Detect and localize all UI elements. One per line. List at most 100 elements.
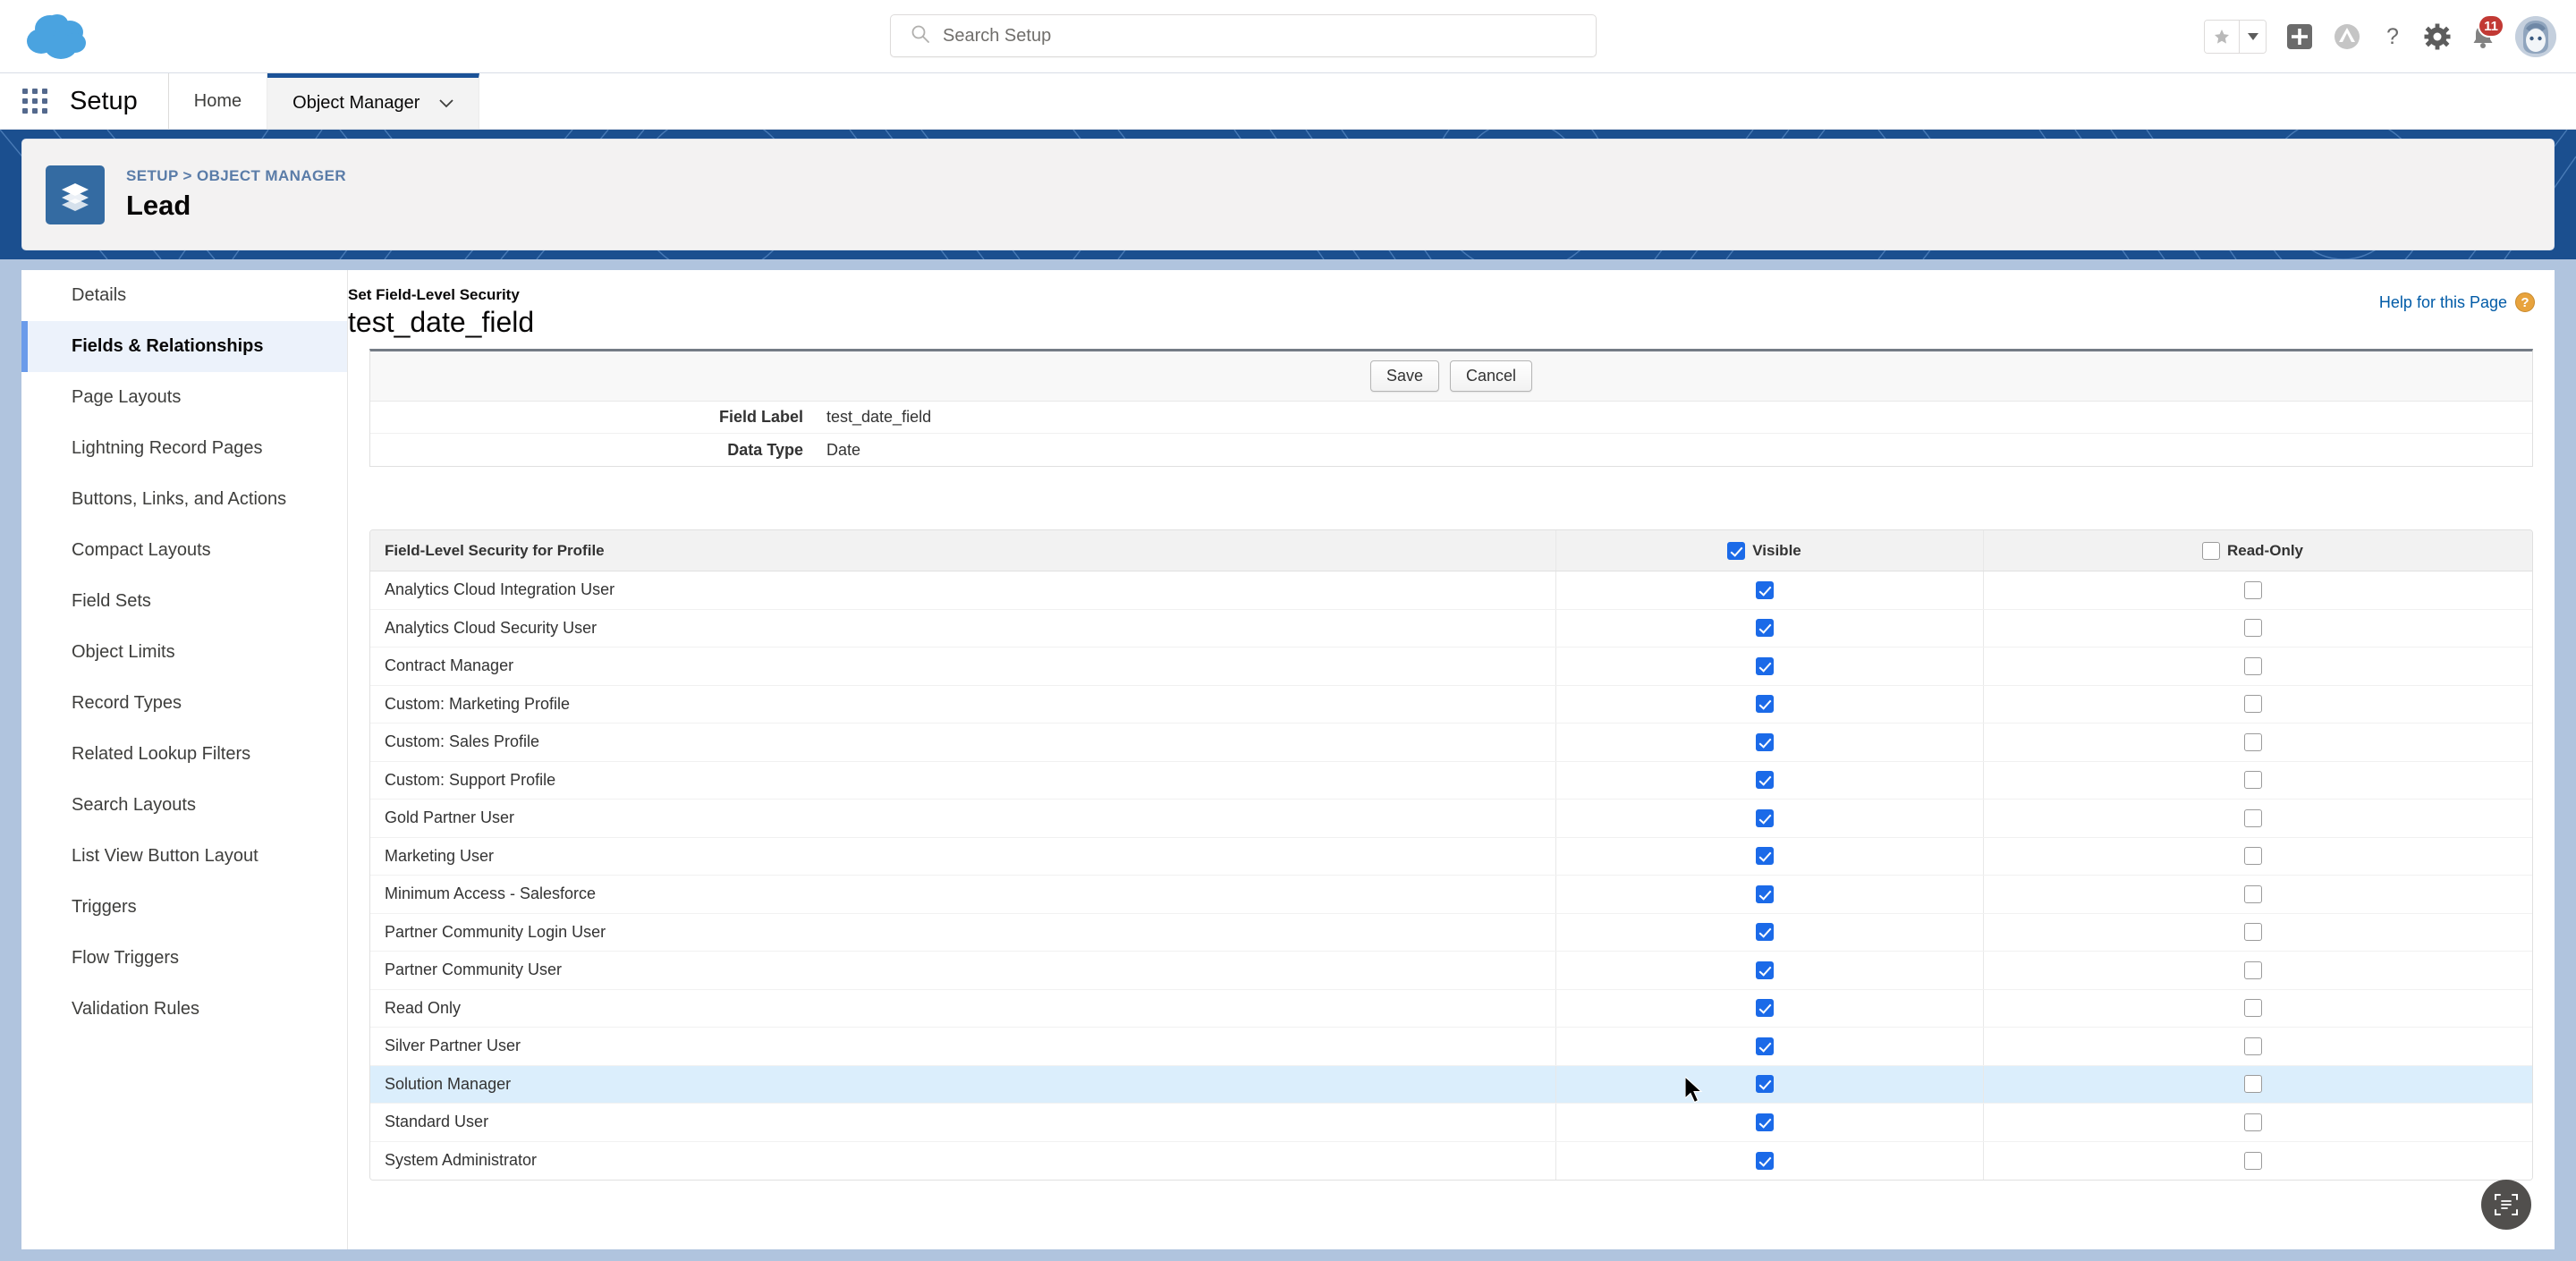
sidebar-item-list-view-button-layout[interactable]: List View Button Layout [21,831,347,882]
readonly-checkbox[interactable] [2243,808,2262,827]
sidebar-item-flow-triggers[interactable]: Flow Triggers [21,933,347,984]
table-row[interactable]: Gold Partner User [370,800,2532,838]
table-row[interactable]: Minimum Access - Salesforce [370,876,2532,914]
trailhead-icon[interactable] [2333,23,2361,50]
breadcrumb-object-manager[interactable]: OBJECT MANAGER [197,167,346,184]
help-question-icon[interactable]: ? [2515,292,2535,312]
visible-checkbox[interactable] [1755,656,1774,675]
readonly-checkbox[interactable] [2243,1037,2262,1055]
visible-checkbox[interactable] [1755,808,1774,827]
help-question-icon[interactable]: ? [2381,23,2404,50]
readonly-checkbox[interactable] [2243,961,2262,979]
visible-checkbox[interactable] [1755,1113,1774,1131]
column-header-readonly-label: Read-Only [2226,541,2304,559]
readonly-checkbox[interactable] [2243,1113,2262,1131]
table-row[interactable]: Silver Partner User [370,1028,2532,1066]
readonly-checkbox[interactable] [2243,999,2262,1018]
notifications-bell-icon[interactable]: 11 [2470,14,2504,50]
cancel-button[interactable]: Cancel [1450,360,1533,392]
favorites-group[interactable] [2204,20,2267,54]
table-row[interactable]: Standard User [370,1104,2532,1142]
visible-checkbox[interactable] [1755,961,1774,979]
select-all-readonly-checkbox[interactable] [2201,541,2220,560]
sidebar-item-validation-rules[interactable]: Validation Rules [21,984,347,1035]
chevron-down-icon[interactable] [439,93,454,114]
global-search-container[interactable]: Search Setup [890,14,1597,57]
column-header-profile: Field-Level Security for Profile [370,530,1556,571]
table-row[interactable]: Analytics Cloud Security User [370,609,2532,647]
readonly-cell [1984,1066,2532,1104]
einstein-scan-button[interactable] [2481,1180,2531,1230]
sidebar-item-field-sets[interactable]: Field Sets [21,576,347,627]
app-launcher-waffle-icon[interactable] [0,73,70,129]
sidebar-item-details[interactable]: Details [21,270,347,321]
table-row[interactable]: Partner Community Login User [370,913,2532,952]
favorites-star-icon[interactable] [2205,21,2239,53]
visible-checkbox[interactable] [1755,1075,1774,1094]
table-row[interactable]: Solution Manager [370,1065,2532,1104]
visible-checkbox[interactable] [1755,580,1774,599]
sidebar-item-compact-layouts[interactable]: Compact Layouts [21,525,347,576]
readonly-checkbox[interactable] [2243,847,2262,866]
favorites-dropdown-icon[interactable] [2239,21,2266,53]
readonly-checkbox[interactable] [2243,1151,2262,1170]
visible-cell [1556,1141,1984,1180]
global-actions-plus-icon[interactable] [2286,23,2313,50]
sidebar-item-triggers[interactable]: Triggers [21,882,347,933]
table-row[interactable]: Custom: Sales Profile [370,724,2532,762]
visible-checkbox[interactable] [1755,999,1774,1018]
profile-name-cell: Partner Community User [370,952,1556,989]
search-placeholder: Search Setup [943,25,1052,46]
field-name-title: test_date_field [348,306,535,338]
breadcrumb-separator: > [182,167,192,184]
sidebar-item-page-layouts[interactable]: Page Layouts [21,372,347,423]
sidebar-item-fields-relationships[interactable]: Fields & Relationships [21,321,347,372]
readonly-checkbox[interactable] [2243,695,2262,714]
table-row[interactable]: Contract Manager [370,647,2532,686]
readonly-checkbox[interactable] [2243,656,2262,675]
table-row[interactable]: Read Only [370,989,2532,1028]
search-input[interactable]: Search Setup [890,14,1597,57]
visible-cell [1556,685,1984,723]
table-row[interactable]: Marketing User [370,837,2532,876]
readonly-checkbox[interactable] [2243,923,2262,942]
sidebar-item-lightning-record-pages[interactable]: Lightning Record Pages [21,423,347,474]
table-row[interactable]: Custom: Marketing Profile [370,685,2532,724]
breadcrumb-setup[interactable]: SETUP [126,167,178,184]
readonly-checkbox[interactable] [2243,884,2262,903]
tab-object-manager[interactable]: Object Manager [267,73,480,129]
sidebar-item-buttons-links-and-actions[interactable]: Buttons, Links, and Actions [21,474,347,525]
sidebar-item-object-limits[interactable]: Object Limits [21,627,347,678]
table-row[interactable]: System Administrator [370,1141,2532,1180]
user-avatar[interactable] [2515,16,2556,57]
sidebar-item-related-lookup-filters[interactable]: Related Lookup Filters [21,729,347,780]
select-all-visible-checkbox[interactable] [1727,541,1746,560]
table-row[interactable]: Analytics Cloud Integration User [370,571,2532,610]
visible-checkbox[interactable] [1755,923,1774,942]
visible-checkbox[interactable] [1755,771,1774,790]
visible-checkbox[interactable] [1755,1037,1774,1055]
readonly-checkbox[interactable] [2243,732,2262,751]
visible-checkbox[interactable] [1755,695,1774,714]
readonly-checkbox[interactable] [2243,580,2262,599]
help-for-this-page-link[interactable]: Help for this Page ? [2379,292,2535,312]
sidebar-item-search-layouts[interactable]: Search Layouts [21,780,347,831]
table-row[interactable]: Custom: Support Profile [370,761,2532,800]
readonly-checkbox[interactable] [2243,771,2262,790]
readonly-checkbox[interactable] [2243,619,2262,638]
tab-home[interactable]: Home [169,73,268,129]
page-header-card: SETUP > OBJECT MANAGER Lead [21,139,2555,250]
sidebar-item-record-types[interactable]: Record Types [21,678,347,729]
global-header: Search Setup ? 11 [0,0,2576,73]
setup-gear-icon[interactable] [2424,23,2451,50]
table-row[interactable]: Partner Community User [370,952,2532,990]
readonly-checkbox[interactable] [2243,1075,2262,1094]
visible-checkbox[interactable] [1755,732,1774,751]
save-button[interactable]: Save [1369,360,1439,392]
visible-checkbox[interactable] [1755,884,1774,903]
readonly-cell [1984,876,2532,913]
visible-checkbox[interactable] [1755,619,1774,638]
salesforce-cloud-logo[interactable] [23,9,102,64]
visible-checkbox[interactable] [1755,847,1774,866]
visible-checkbox[interactable] [1755,1151,1774,1170]
